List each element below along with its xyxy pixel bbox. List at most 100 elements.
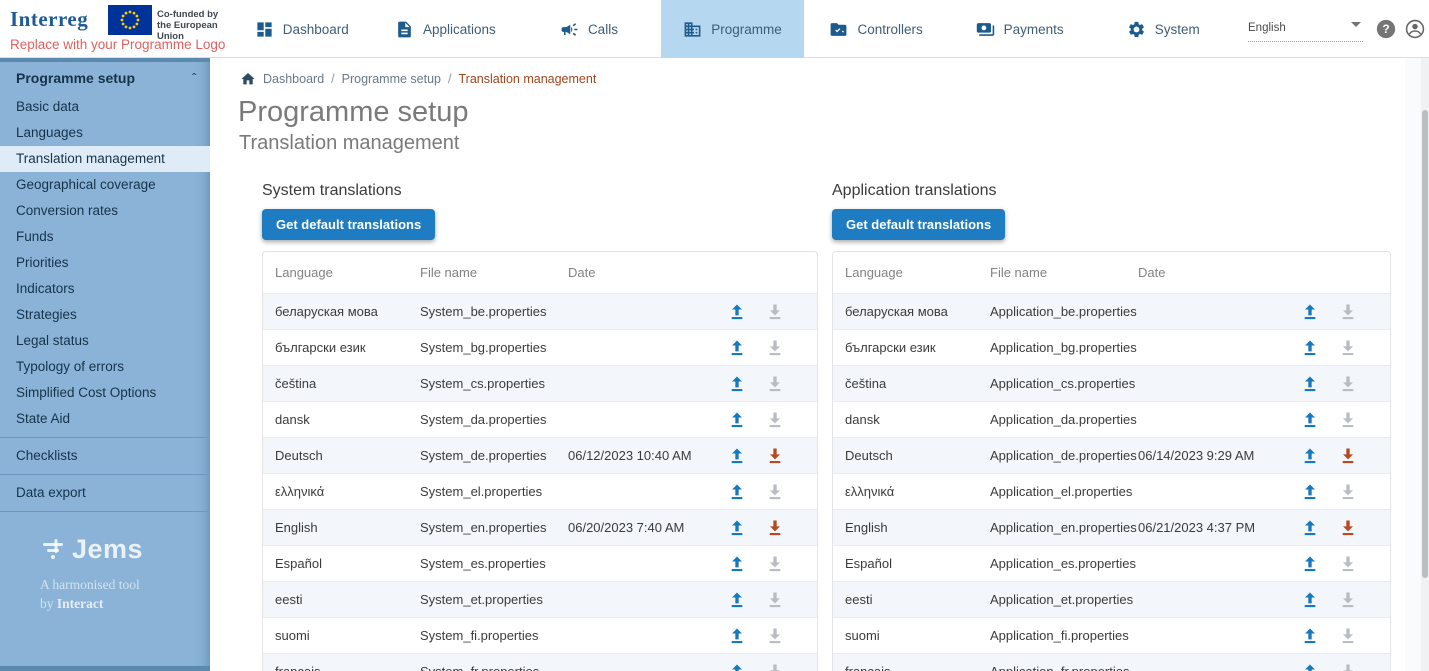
download-icon — [1338, 626, 1358, 646]
upload-button[interactable] — [725, 516, 749, 540]
scrollbar-thumb[interactable] — [1422, 110, 1428, 578]
upload-button[interactable] — [1298, 516, 1322, 540]
nav-tab-calls[interactable]: Calls — [517, 0, 661, 58]
help-button[interactable]: ? — [1375, 18, 1397, 40]
sidebar-item-languages[interactable]: Languages — [0, 120, 210, 146]
language-cell: suomi — [845, 628, 990, 643]
sidebar-item-priorities[interactable]: Priorities — [0, 250, 210, 276]
breadcrumb-dashboard[interactable]: Dashboard — [263, 72, 324, 86]
get-default-translations-button[interactable]: Get default translations — [262, 209, 435, 240]
download-button[interactable] — [763, 480, 787, 504]
download-button[interactable] — [1336, 300, 1360, 324]
jems-logo-icon — [40, 537, 66, 563]
upload-button[interactable] — [1298, 660, 1322, 671]
payments-icon — [976, 20, 995, 39]
download-icon — [1338, 302, 1358, 322]
download-button[interactable] — [763, 336, 787, 360]
download-button[interactable] — [1336, 624, 1360, 648]
upload-icon — [727, 338, 747, 358]
language-cell: Español — [845, 556, 990, 571]
sidebar-item-strategies[interactable]: Strategies — [0, 302, 210, 328]
language-cell: čeština — [275, 376, 420, 391]
nav-tab-programme[interactable]: Programme — [661, 0, 805, 58]
sidebar-item-checklists[interactable]: Checklists — [0, 443, 210, 469]
sidebar-item-legal-status[interactable]: Legal status — [0, 328, 210, 354]
language-select[interactable]: English — [1248, 18, 1363, 42]
download-icon — [765, 626, 785, 646]
sidebar-item-translation-management[interactable]: Translation management — [0, 146, 210, 172]
sidebar-item-basic-data[interactable]: Basic data — [0, 94, 210, 120]
upload-button[interactable] — [725, 552, 749, 576]
download-button[interactable] — [763, 588, 787, 612]
upload-button[interactable] — [725, 660, 749, 671]
breadcrumb-separator: / — [448, 72, 451, 86]
upload-button[interactable] — [725, 408, 749, 432]
file-name-cell: System_da.properties — [420, 412, 568, 427]
download-button[interactable] — [1336, 372, 1360, 396]
download-button[interactable] — [763, 300, 787, 324]
download-button[interactable] — [1336, 336, 1360, 360]
upload-button[interactable] — [725, 588, 749, 612]
download-button[interactable] — [763, 624, 787, 648]
upload-icon — [1300, 518, 1320, 538]
upload-button[interactable] — [1298, 444, 1322, 468]
jems-logo-text: Jems — [72, 534, 143, 565]
download-icon — [765, 302, 785, 322]
sidebar-divider — [0, 474, 210, 475]
language-cell: čeština — [845, 376, 990, 391]
download-button[interactable] — [763, 372, 787, 396]
nav-tab-applications[interactable]: Applications — [374, 0, 518, 58]
download-button[interactable] — [1336, 660, 1360, 671]
upload-button[interactable] — [725, 336, 749, 360]
home-icon[interactable] — [240, 71, 256, 87]
nav-tab-controllers[interactable]: Controllers — [804, 0, 948, 58]
upload-button[interactable] — [725, 372, 749, 396]
download-button[interactable] — [1336, 408, 1360, 432]
upload-button[interactable] — [1298, 408, 1322, 432]
download-icon — [1338, 410, 1358, 430]
sidebar-item-data-export[interactable]: Data export — [0, 480, 210, 506]
sidebar-item-geographical-coverage[interactable]: Geographical coverage — [0, 172, 210, 198]
download-button[interactable] — [763, 516, 787, 540]
download-button[interactable] — [1336, 588, 1360, 612]
vertical-scrollbar[interactable] — [1421, 58, 1429, 671]
upload-button[interactable] — [1298, 300, 1322, 324]
upload-button[interactable] — [1298, 480, 1322, 504]
nav-tab-dashboard[interactable]: Dashboard — [230, 0, 374, 58]
nav-label: Payments — [1004, 22, 1064, 37]
nav-tab-system[interactable]: System — [1091, 0, 1235, 58]
upload-button[interactable] — [725, 480, 749, 504]
sidebar-divider — [0, 437, 210, 438]
download-button[interactable] — [763, 408, 787, 432]
download-button[interactable] — [763, 660, 787, 671]
get-default-translations-button[interactable]: Get default translations — [832, 209, 1005, 240]
date-cell: 06/12/2023 10:40 AM — [568, 448, 718, 463]
upload-button[interactable] — [1298, 336, 1322, 360]
upload-button[interactable] — [1298, 624, 1322, 648]
sidebar-item-state-aid[interactable]: State Aid — [0, 406, 210, 432]
table-row: Deutsch Application_de.properties 06/14/… — [833, 437, 1390, 473]
sidebar-item-conversion-rates[interactable]: Conversion rates — [0, 198, 210, 224]
download-button[interactable] — [1336, 480, 1360, 504]
upload-button[interactable] — [725, 300, 749, 324]
upload-button[interactable] — [1298, 372, 1322, 396]
download-button[interactable] — [1336, 552, 1360, 576]
breadcrumb-programme-setup[interactable]: Programme setup — [342, 72, 441, 86]
download-button[interactable] — [1336, 516, 1360, 540]
sidebar-item-typology-of-errors[interactable]: Typology of errors — [0, 354, 210, 380]
column-header-date: Date — [1138, 265, 1288, 280]
application-translations-panel: Application translations Get default tra… — [832, 182, 1391, 671]
upload-button[interactable] — [725, 444, 749, 468]
upload-button[interactable] — [1298, 588, 1322, 612]
upload-button[interactable] — [1298, 552, 1322, 576]
sidebar-section-programme-setup[interactable]: Programme setup ˆ — [0, 58, 210, 94]
nav-tab-payments[interactable]: Payments — [948, 0, 1092, 58]
download-button[interactable] — [763, 552, 787, 576]
download-button[interactable] — [1336, 444, 1360, 468]
sidebar-item-funds[interactable]: Funds — [0, 224, 210, 250]
upload-button[interactable] — [725, 624, 749, 648]
account-button[interactable] — [1404, 18, 1426, 40]
sidebar-item-simplified-cost-options[interactable]: Simplified Cost Options — [0, 380, 210, 406]
download-button[interactable] — [763, 444, 787, 468]
sidebar-item-indicators[interactable]: Indicators — [0, 276, 210, 302]
